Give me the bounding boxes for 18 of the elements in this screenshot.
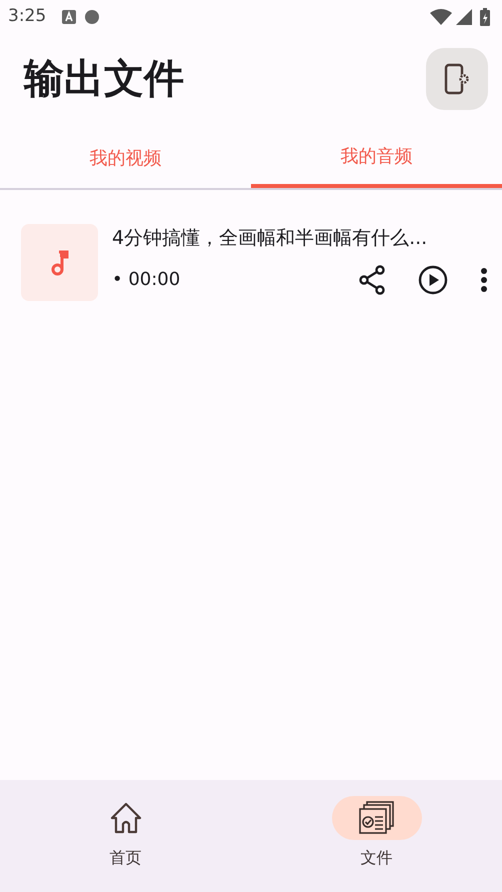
documents-icon	[358, 801, 394, 835]
music-note-icon	[50, 250, 68, 276]
device-settings-button[interactable]	[426, 48, 488, 110]
play-icon	[418, 264, 448, 294]
nav-tab[interactable]: 文件	[251, 780, 502, 892]
signal-icon	[456, 9, 472, 25]
wifi-icon	[430, 9, 452, 25]
file-title: 4分钟搞懂，全画幅和半画幅有什么...	[112, 226, 428, 251]
nav-tab[interactable]: 首页	[0, 780, 251, 892]
more-icon	[480, 266, 488, 292]
app-notification-icon	[84, 9, 100, 25]
phone-gear-icon	[444, 63, 470, 95]
share-icon	[358, 264, 386, 294]
clock-time: 3:25	[8, 5, 46, 28]
notification-icon	[62, 10, 76, 24]
page-title: 输出文件	[24, 55, 184, 103]
battery-icon	[480, 8, 490, 26]
file-duration: • 00:00	[112, 268, 180, 292]
